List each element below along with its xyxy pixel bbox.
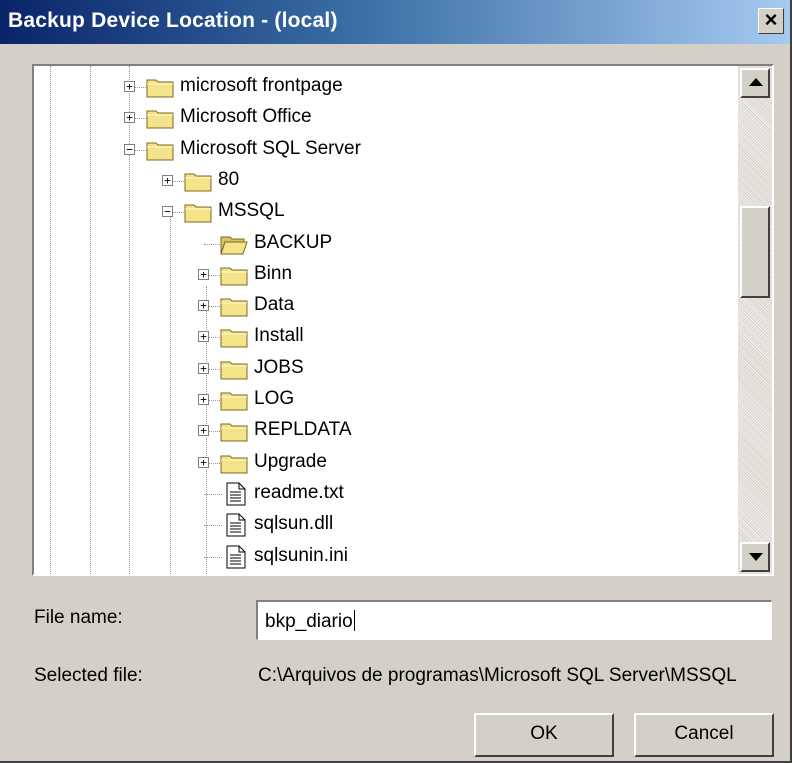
arrow-up-icon <box>749 78 763 86</box>
file-name-label: File name: <box>34 607 123 628</box>
tree-item[interactable]: readme.txt <box>34 481 734 511</box>
collapse-icon[interactable]: − <box>162 206 173 217</box>
selected-file-path: C:\Arquivos de programas\Microsoft SQL S… <box>258 665 737 686</box>
expand-icon[interactable]: + <box>198 394 209 405</box>
tree-item-label: sqlsun.dll <box>254 513 334 534</box>
tree-item[interactable]: − Microsoft SQL Server <box>34 137 734 167</box>
expand-icon[interactable]: + <box>162 175 173 186</box>
tree-item[interactable]: + JOBS <box>34 356 734 386</box>
tree-item-label: Microsoft SQL Server <box>180 138 361 159</box>
folder-icon <box>184 170 212 192</box>
folder-tree[interactable]: + microsoft frontpage + Microsoft Office − Mi… <box>34 66 738 574</box>
folder-icon <box>220 452 248 474</box>
folder-icon <box>184 201 212 223</box>
tree-item-label: microsoft frontpage <box>180 75 343 96</box>
expand-icon[interactable]: + <box>198 457 209 468</box>
tree-item[interactable]: + Binn <box>34 262 734 292</box>
expand-icon[interactable]: + <box>198 331 209 342</box>
window-title: Backup Device Location - (local) <box>8 9 338 32</box>
expand-icon[interactable]: + <box>198 363 209 374</box>
tree-item-label: Binn <box>254 263 293 284</box>
tree-item[interactable]: sqlsun.dll <box>34 512 734 542</box>
folder-icon <box>146 76 174 98</box>
folder-icon <box>220 326 248 348</box>
tree-connector <box>204 494 222 495</box>
tree-connector <box>204 557 222 558</box>
tree-item[interactable]: + LOG <box>34 387 734 417</box>
title-bar[interactable]: Backup Device Location - (local) × <box>0 0 790 44</box>
folder-icon <box>220 264 248 286</box>
tree-item[interactable]: + REPLDATA <box>34 418 734 448</box>
tree-item-label: LOG <box>254 388 295 409</box>
selected-file-label: Selected file: <box>34 665 143 686</box>
close-button[interactable]: × <box>758 8 784 34</box>
tree-item-label: readme.txt <box>254 482 344 503</box>
folder-icon <box>220 358 248 380</box>
tree-item-label: BACKUP <box>254 232 333 253</box>
folder-icon <box>220 420 248 442</box>
expand-icon[interactable]: + <box>198 300 209 311</box>
tree-item-label: Microsoft Office <box>180 106 312 127</box>
tree-item-label: JOBS <box>254 357 304 378</box>
tree-item-label: Upgrade <box>254 451 327 472</box>
tree-item-label: REPLDATA <box>254 419 352 440</box>
tree-item[interactable]: + microsoft frontpage <box>34 74 734 104</box>
folder-icon <box>146 139 174 161</box>
tree-connector <box>204 525 222 526</box>
expand-icon[interactable]: + <box>198 425 209 436</box>
tree-item[interactable]: + Upgrade <box>34 450 734 480</box>
scroll-down-button[interactable] <box>740 542 770 572</box>
tree-item[interactable]: sqlsunin.ini <box>34 544 734 574</box>
tree-item[interactable]: + Install <box>34 324 734 354</box>
file-name-value: bkp_diario <box>265 611 353 632</box>
vertical-scrollbar[interactable] <box>738 66 772 574</box>
text-file-icon <box>226 545 246 569</box>
folder-icon <box>220 389 248 411</box>
tree-item-label: sqlsunin.ini <box>254 545 348 566</box>
folder-icon <box>220 295 248 317</box>
folder-icon <box>146 107 174 129</box>
backup-device-location-dialog: Backup Device Location - (local) × + micr… <box>0 0 792 763</box>
expand-icon[interactable]: + <box>124 81 135 92</box>
tree-item[interactable]: BACKUP <box>34 231 734 261</box>
arrow-down-icon <box>749 553 763 561</box>
text-file-icon <box>226 482 246 506</box>
text-caret <box>353 610 355 631</box>
tree-item-label: Install <box>254 325 304 346</box>
tree-item[interactable]: +80 <box>34 168 734 198</box>
tree-item-label: MSSQL <box>218 200 285 221</box>
text-file-icon <box>226 513 246 537</box>
open-folder-icon <box>220 233 248 255</box>
cancel-button[interactable]: Cancel <box>634 713 774 757</box>
expand-icon[interactable]: + <box>124 112 135 123</box>
file-name-input[interactable]: bkp_diario <box>256 600 772 640</box>
scroll-up-button[interactable] <box>740 68 770 98</box>
tree-item[interactable]: + Microsoft Office <box>34 105 734 135</box>
tree-item-label: Data <box>254 294 295 315</box>
collapse-icon[interactable]: − <box>124 144 135 155</box>
tree-item[interactable]: + Data <box>34 293 734 323</box>
expand-icon[interactable]: + <box>198 269 209 280</box>
tree-item[interactable]: − MSSQL <box>34 199 734 229</box>
close-icon: × <box>764 7 778 32</box>
folder-tree-panel: + microsoft frontpage + Microsoft Office − Mi… <box>32 64 774 576</box>
scroll-thumb[interactable] <box>740 206 770 298</box>
tree-item-label: 80 <box>218 169 240 190</box>
ok-button[interactable]: OK <box>474 713 614 757</box>
